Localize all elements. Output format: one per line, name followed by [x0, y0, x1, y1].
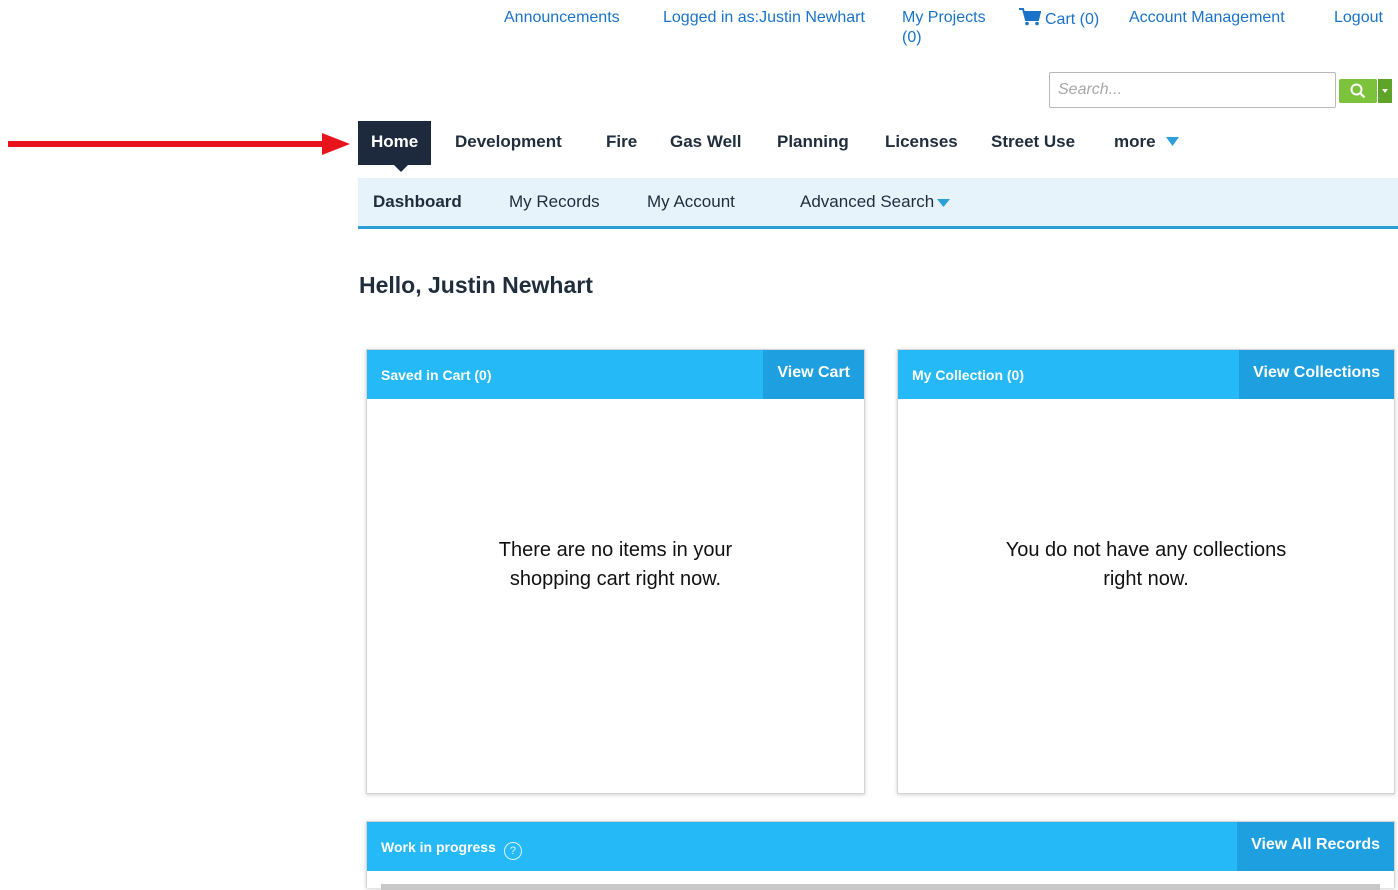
caret-down-icon — [1165, 137, 1179, 146]
work-card-title-wrap: Work in progress? — [381, 839, 522, 860]
nav-more-menu[interactable]: more — [1101, 121, 1192, 165]
my-projects-label: My Projects — [902, 9, 986, 26]
collection-card: My Collection (0) View Collections You d… — [897, 349, 1395, 794]
collection-empty-line-1: You do not have any collections — [1005, 539, 1287, 561]
collection-empty-message: You do not have any collections right no… — [898, 536, 1394, 594]
nav-home-tab[interactable]: Home — [358, 121, 432, 172]
view-cart-button[interactable]: View Cart — [763, 350, 864, 399]
page-title: Hello, Justin Newhart — [359, 272, 593, 298]
advanced-search-label: Advanced Search — [800, 192, 935, 211]
cart-label: Cart (0) — [1045, 11, 1100, 28]
work-card-title: Work in progress — [381, 839, 496, 855]
logged-in-as-label: Logged in as:Justin Newhart — [663, 9, 865, 26]
cart-icon — [1019, 8, 1041, 26]
cart-empty-message: There are no items in your shopping cart… — [367, 536, 864, 594]
records-table-header — [381, 884, 1380, 890]
my-projects-link[interactable]: My Projects (0) — [902, 8, 986, 48]
nav-street-use-tab[interactable]: Street Use — [978, 121, 1088, 165]
caret-down-icon — [1382, 89, 1388, 93]
search-icon — [1350, 83, 1366, 99]
cart-empty-line-2: shopping cart right now. — [509, 568, 722, 590]
my-projects-count: (0) — [902, 29, 922, 46]
logout-link[interactable]: Logout — [1334, 8, 1383, 28]
cart-link[interactable]: Cart (0) — [1019, 8, 1099, 30]
nav-gas-well-tab[interactable]: Gas Well — [657, 121, 755, 165]
subnav-my-account-tab[interactable]: My Account — [647, 178, 735, 226]
cart-card-title: Saved in Cart (0) — [381, 367, 492, 383]
search-options-button[interactable] — [1378, 79, 1392, 103]
annotation-arrow-icon — [8, 133, 350, 155]
search-input[interactable] — [1050, 73, 1335, 107]
sub-nav: Dashboard My Records My Account Advanced… — [358, 178, 1398, 229]
subnav-my-records-tab[interactable]: My Records — [509, 178, 600, 226]
subnav-advanced-search-menu[interactable]: Advanced Search — [800, 178, 951, 226]
subnav-dashboard-tab[interactable]: Dashboard — [373, 178, 462, 226]
nav-fire-tab[interactable]: Fire — [593, 121, 650, 165]
search-box — [1049, 72, 1336, 108]
nav-more-label: more — [1114, 132, 1156, 151]
view-collections-button[interactable]: View Collections — [1239, 350, 1394, 399]
cart-card: Saved in Cart (0) View Cart There are no… — [366, 349, 865, 794]
help-icon[interactable]: ? — [503, 842, 522, 860]
collection-empty-line-2: right now. — [1103, 568, 1189, 590]
work-in-progress-card: Work in progress? View All Records — [366, 821, 1395, 890]
caret-down-icon — [937, 199, 951, 207]
nav-licenses-tab[interactable]: Licenses — [872, 121, 971, 165]
cart-empty-line-1: There are no items in your — [498, 539, 733, 561]
collection-card-header: My Collection (0) View Collections — [898, 350, 1394, 399]
view-all-records-button[interactable]: View All Records — [1237, 822, 1394, 871]
nav-development-tab[interactable]: Development — [442, 121, 575, 165]
account-management-link[interactable]: Account Management — [1129, 8, 1285, 28]
collection-card-title: My Collection (0) — [912, 367, 1025, 383]
announcements-link[interactable]: Announcements — [504, 8, 620, 28]
search-button[interactable] — [1339, 79, 1377, 103]
nav-planning-tab[interactable]: Planning — [764, 121, 862, 165]
cart-card-header: Saved in Cart (0) View Cart — [367, 350, 864, 399]
work-card-header: Work in progress? View All Records — [367, 822, 1394, 871]
